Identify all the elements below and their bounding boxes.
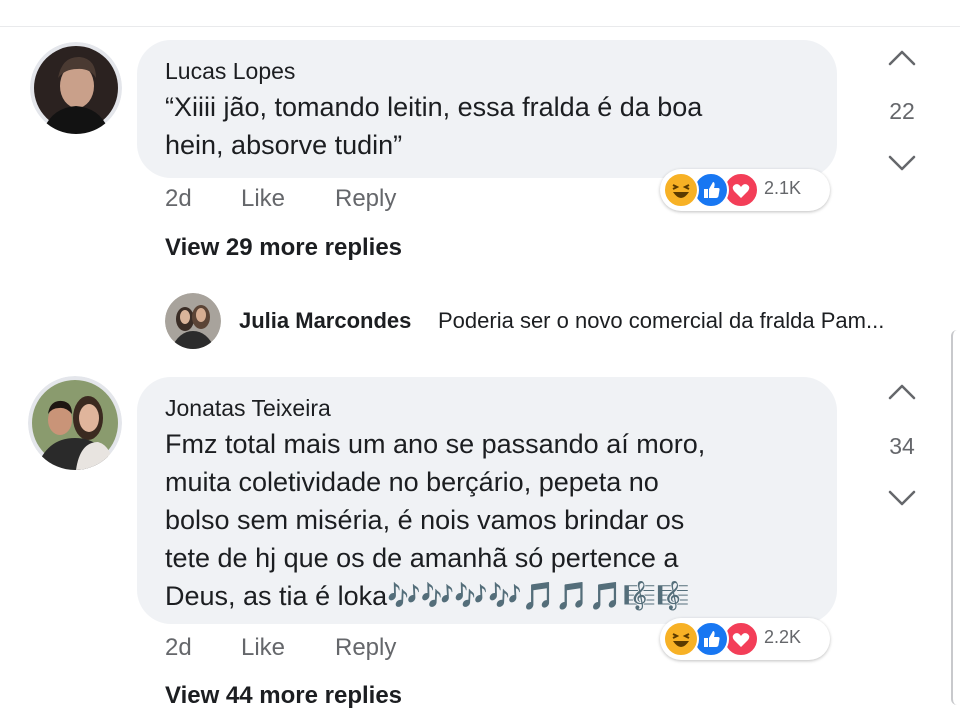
comment-author[interactable]: Lucas Lopes bbox=[165, 58, 295, 85]
reaction-count: 2.2K bbox=[764, 627, 802, 647]
reply-snippet[interactable]: Poderia ser o novo comercial da fralda P… bbox=[438, 308, 884, 334]
haha-icon bbox=[663, 172, 699, 208]
comments-page: Lucas Lopes “Xiiii jão, tomando leitin, … bbox=[0, 0, 960, 713]
downvote-icon[interactable] bbox=[885, 487, 919, 509]
comment-text-line: muita coletividade no berçário, pepeta n… bbox=[165, 467, 659, 497]
comment-text-line: Deus, as tia é loka🎶🎶🎶🎶🎵🎵🎵🎼🎼 bbox=[165, 581, 690, 611]
comment-text-line: Fmz total mais um ano se passando aí mor… bbox=[165, 429, 706, 459]
avatar[interactable] bbox=[165, 293, 221, 349]
scrollbar[interactable] bbox=[951, 330, 960, 705]
reply-button[interactable]: Reply bbox=[335, 634, 396, 662]
upvote-icon[interactable] bbox=[885, 380, 919, 402]
comment-author[interactable]: Jonatas Teixeira bbox=[165, 395, 331, 422]
comment-text-line: bolso sem miséria, é nois vamos brindar … bbox=[165, 505, 685, 535]
view-more-replies-link[interactable]: View 29 more replies bbox=[165, 234, 402, 262]
reaction-summary[interactable]: 2.1K bbox=[660, 169, 830, 211]
avatar[interactable] bbox=[30, 42, 122, 134]
reply-author[interactable]: Julia Marcondes bbox=[239, 308, 411, 334]
comment-text-line: “Xiiii jão, tomando leitin, essa fralda … bbox=[165, 92, 703, 122]
reaction-count: 2.1K bbox=[764, 178, 802, 198]
top-divider bbox=[0, 26, 960, 27]
vote-score: 34 bbox=[889, 433, 915, 459]
like-button[interactable]: Like bbox=[241, 634, 285, 662]
avatar[interactable] bbox=[28, 376, 122, 470]
comment-text-line: hein, absorve tudin” bbox=[165, 130, 403, 160]
view-more-replies-link[interactable]: View 44 more replies bbox=[165, 682, 402, 710]
vote-score: 22 bbox=[889, 98, 915, 124]
like-button[interactable]: Like bbox=[241, 185, 285, 213]
downvote-icon[interactable] bbox=[885, 152, 919, 174]
haha-icon bbox=[663, 621, 699, 657]
reaction-summary[interactable]: 2.2K bbox=[660, 618, 830, 660]
comment-text-line: tete de hj que os de amanhã só pertence … bbox=[165, 543, 679, 573]
reply-button[interactable]: Reply bbox=[335, 185, 396, 213]
comment-timestamp[interactable]: 2d bbox=[165, 634, 192, 662]
comment-timestamp[interactable]: 2d bbox=[165, 185, 192, 213]
upvote-icon[interactable] bbox=[885, 46, 919, 68]
